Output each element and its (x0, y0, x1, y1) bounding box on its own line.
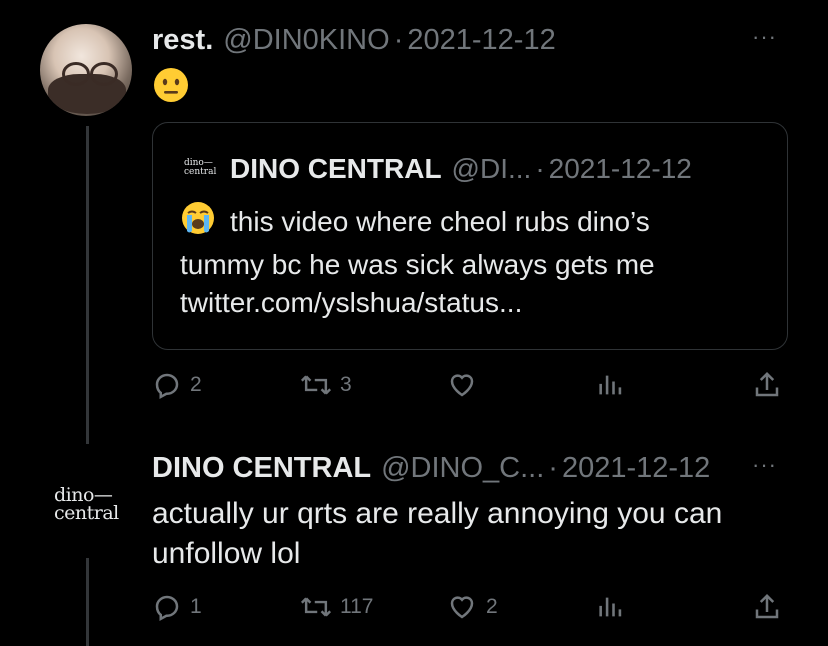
quoted-avatar-logo: dino— central (184, 159, 216, 177)
reply-header: DINO CENTRAL @DINO_C... · 2021-12-12 (152, 448, 710, 488)
reply-share-button[interactable] (752, 592, 782, 622)
reply-more-options-button[interactable]: ··· (752, 452, 777, 478)
heart-icon (450, 374, 474, 397)
retweet-button[interactable]: 3 (300, 370, 352, 400)
quoted-display-name: DINO CENTRAL (230, 153, 442, 184)
share-icon (755, 371, 779, 397)
reply-avatar-logo[interactable]: dino— central (54, 486, 119, 524)
views-button[interactable] (596, 370, 624, 400)
neutral-face-emoji-icon (152, 66, 190, 109)
reply-like-count: 2 (486, 595, 498, 618)
tweet-header: rest. @DIN0KINO · 2021-12-12 (152, 20, 556, 60)
loudly-crying-face-emoji-icon (180, 200, 216, 246)
reply-logo-line2: central (54, 502, 119, 524)
quoted-separator: · (535, 153, 545, 184)
retweet-icon (300, 375, 332, 395)
reply-button[interactable]: 2 (152, 370, 202, 400)
reply-views-button[interactable] (596, 592, 624, 622)
reply-date[interactable]: 2021-12-12 (562, 452, 710, 485)
heart-icon (450, 596, 474, 619)
avatar[interactable] (40, 24, 132, 116)
reply-icon (155, 595, 179, 621)
quoted-text-line3[interactable]: twitter.com/yslshua/status... (180, 284, 760, 322)
reply-text-line1: actually ur qrts are really annoying you… (152, 497, 723, 530)
reply-display-name[interactable]: DINO CENTRAL (152, 452, 371, 485)
analytics-icon (599, 375, 622, 395)
quoted-tweet-text: this video where cheol rubs dino’s tummy… (180, 198, 760, 322)
like-button[interactable] (446, 370, 478, 400)
avatar-glasses-right (90, 62, 118, 86)
handle[interactable]: @DIN0KINO (223, 24, 389, 57)
avatar-glasses-left (62, 62, 90, 86)
thread-line-top (86, 126, 89, 444)
reply-retweet-button[interactable]: 117 (300, 592, 373, 622)
display-name[interactable]: rest. (152, 24, 213, 57)
analytics-icon (599, 597, 622, 617)
share-button[interactable] (752, 370, 782, 400)
separator: · (393, 23, 404, 56)
reply-text-line2: unfollow lol (152, 537, 301, 570)
reply-like-button[interactable]: 2 (446, 592, 498, 622)
quoted-date: 2021-12-12 (548, 153, 692, 184)
share-icon (755, 593, 779, 619)
reply-reply-count: 1 (190, 595, 202, 618)
reply-count: 2 (190, 373, 202, 396)
reply-reply-button[interactable]: 1 (152, 592, 202, 622)
reply-icon (155, 373, 179, 399)
reply-retweet-count: 117 (340, 595, 374, 618)
retweet-icon (300, 597, 332, 617)
quoted-text-line2: tummy bc he was sick always gets me (180, 249, 655, 280)
quoted-logo-line2: central (184, 167, 217, 177)
quoted-text-line1: this video where cheol rubs dino’s (230, 206, 650, 237)
quoted-handle: @DI... (451, 153, 532, 184)
thread-line-bottom (86, 558, 89, 646)
reply-separator: · (548, 451, 558, 484)
retweet-count: 3 (340, 373, 352, 396)
reply-handle[interactable]: @DINO_C... (381, 452, 544, 485)
tweet-date[interactable]: 2021-12-12 (407, 24, 555, 57)
quoted-header: DINO CENTRAL @DI... · 2021-12-12 (230, 150, 692, 188)
more-options-button[interactable]: ··· (752, 24, 777, 50)
reply-text: actually ur qrts are really annoying you… (152, 494, 792, 574)
